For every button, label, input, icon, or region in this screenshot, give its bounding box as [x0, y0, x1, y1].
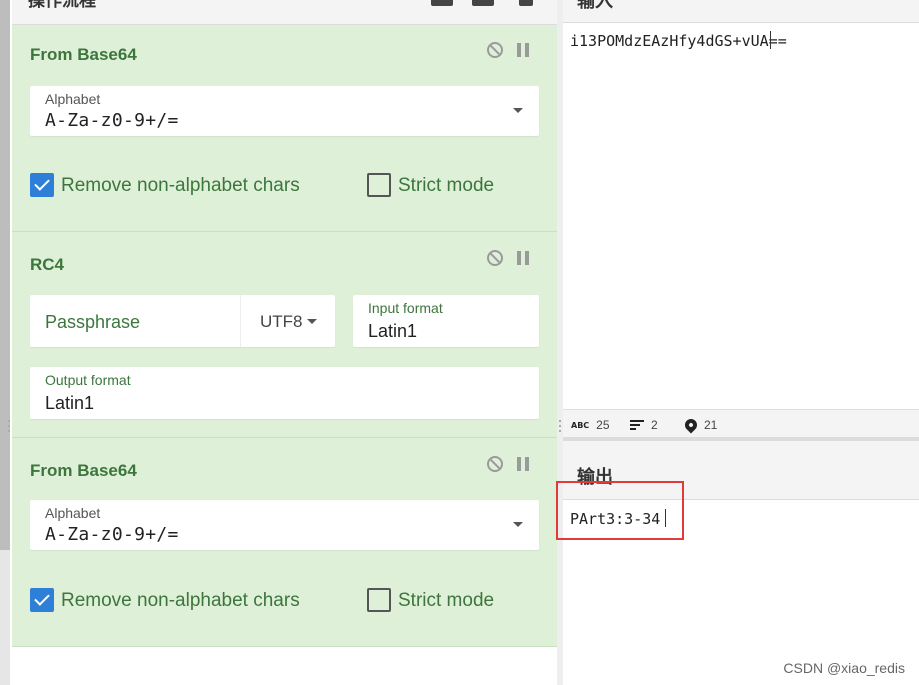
input-text-cursor	[770, 31, 771, 49]
output-format-value: Latin1	[45, 393, 95, 413]
strict-mode-label[interactable]: Strict mode	[398, 175, 494, 197]
remove-non-alphabet-label[interactable]: Remove non-alphabet chars	[61, 590, 300, 612]
chevron-down-icon[interactable]	[513, 108, 523, 113]
chevron-down-icon[interactable]	[307, 319, 317, 324]
input-header: 输入	[563, 0, 919, 23]
recipe-panel: 操作流程 From Base64 Alphabet A-Za-z0-9+/= R…	[12, 0, 557, 685]
disable-icon[interactable]	[487, 42, 503, 58]
alphabet-value: A-Za-z0-9+/=	[45, 524, 179, 545]
input-format-value: Latin1	[368, 321, 418, 341]
left-splitter-grip[interactable]	[8, 425, 10, 427]
remove-non-alphabet-checkbox[interactable]	[30, 588, 54, 612]
input-status-bar: ABC 25 2 21	[563, 409, 919, 438]
highlight-annotation-box	[556, 481, 684, 540]
output-format-select[interactable]: Output format Latin1	[30, 367, 539, 419]
operation-title: RC4	[30, 255, 65, 274]
alphabet-select[interactable]: Alphabet A-Za-z0-9+/=	[30, 500, 539, 550]
passphrase-input[interactable]: Passphrase	[45, 312, 140, 333]
input-format-select[interactable]: Input format Latin1	[353, 295, 539, 347]
alphabet-label: Alphabet	[45, 91, 101, 107]
recipe-title: 操作流程	[28, 0, 96, 10]
disable-icon[interactable]	[487, 456, 503, 472]
clear-recipe-icon[interactable]	[519, 0, 533, 6]
input-position: 21	[704, 418, 718, 432]
input-title: 输入	[577, 0, 613, 11]
strict-mode-label[interactable]: Strict mode	[398, 590, 494, 612]
passphrase-encoding-dropdown[interactable]: UTF8	[260, 312, 303, 332]
left-scrollbar[interactable]	[0, 0, 10, 550]
remove-non-alphabet-label[interactable]: Remove non-alphabet chars	[61, 175, 300, 197]
watermark: CSDN @xiao_redis	[783, 660, 905, 676]
strict-mode-checkbox[interactable]	[367, 173, 391, 197]
input-length: 25	[596, 418, 610, 432]
save-recipe-icon[interactable]	[431, 0, 453, 6]
operation-title: From Base64	[30, 45, 137, 64]
input-textarea[interactable]: i13POMdzEAzHfy4dGS+vUA==	[570, 32, 787, 50]
alphabet-select[interactable]: Alphabet A-Za-z0-9+/=	[30, 86, 539, 136]
disable-icon[interactable]	[487, 250, 503, 266]
input-lines: 2	[651, 418, 658, 432]
pause-icon[interactable]	[517, 251, 529, 265]
left-splitter-grip[interactable]	[8, 420, 10, 422]
alphabet-label: Alphabet	[45, 505, 101, 521]
pause-icon[interactable]	[517, 457, 529, 471]
left-scrollbar-track	[0, 550, 10, 685]
input-format-label: Input format	[368, 300, 443, 316]
abc-icon: ABC	[571, 420, 590, 430]
operation-from-base64[interactable]: From Base64 Alphabet A-Za-z0-9+/= Remove…	[12, 25, 557, 232]
chevron-down-icon[interactable]	[513, 522, 523, 527]
operation-rc4[interactable]: RC4 Passphrase UTF8 Input format Latin1 …	[12, 232, 557, 438]
recipe-header: 操作流程	[12, 0, 557, 25]
load-recipe-icon[interactable]	[472, 0, 494, 6]
position-pin-icon	[682, 416, 700, 434]
column-splitter[interactable]	[557, 0, 563, 685]
passphrase-field[interactable]: Passphrase UTF8	[30, 295, 335, 347]
remove-non-alphabet-checkbox[interactable]	[30, 173, 54, 197]
left-splitter-grip[interactable]	[8, 430, 10, 432]
output-format-label: Output format	[45, 372, 131, 388]
alphabet-value: A-Za-z0-9+/=	[45, 110, 179, 131]
operation-title: From Base64	[30, 461, 137, 480]
operation-from-base64[interactable]: From Base64 Alphabet A-Za-z0-9+/= Remove…	[12, 438, 557, 647]
pause-icon[interactable]	[517, 43, 529, 57]
strict-mode-checkbox[interactable]	[367, 588, 391, 612]
lines-icon	[630, 419, 644, 431]
